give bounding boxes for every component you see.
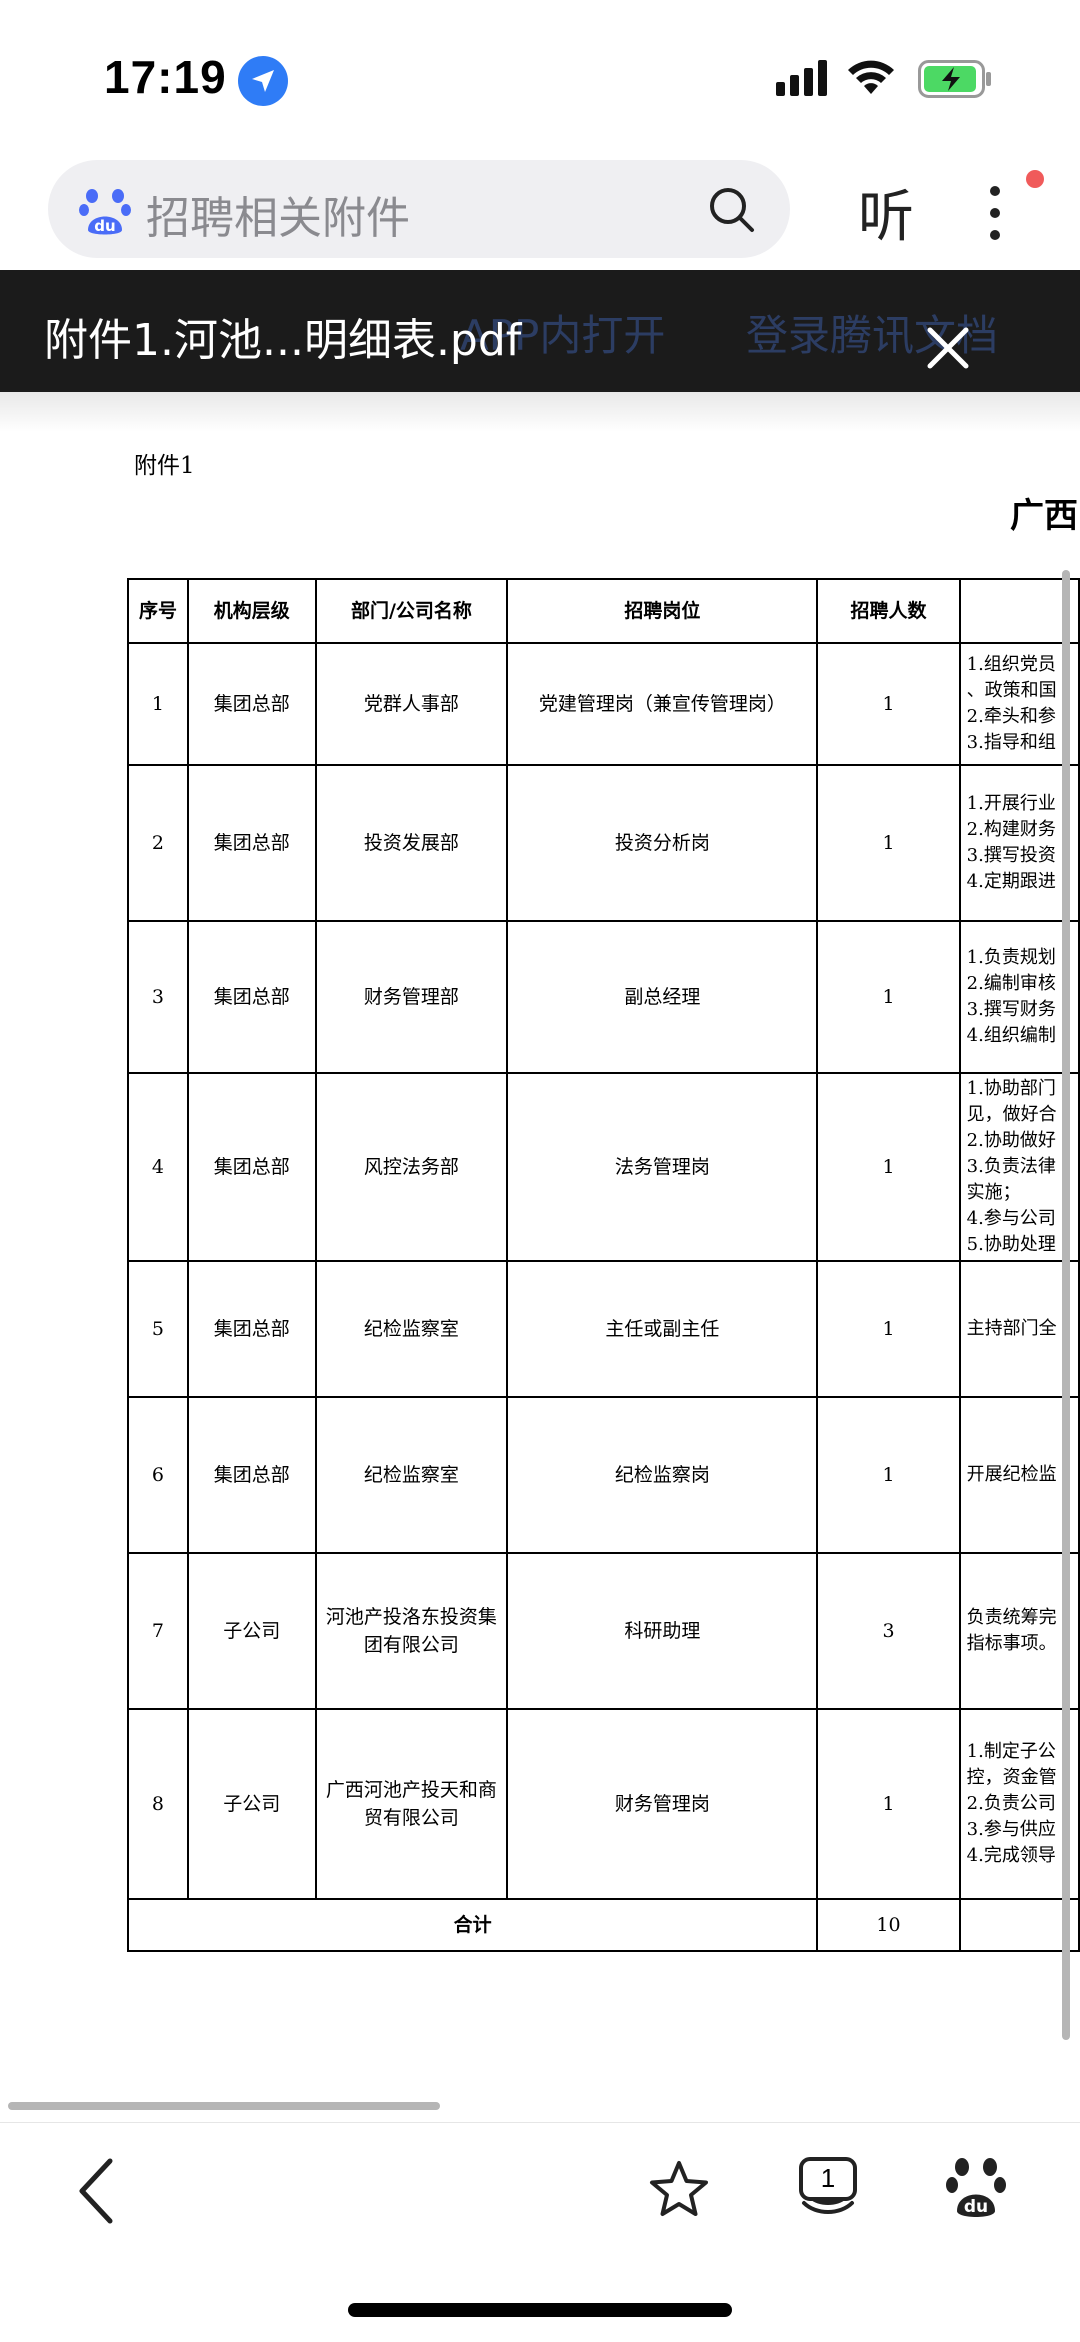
job-position: 纪检监察岗 <box>506 1396 819 1554</box>
department-name: 风控法务部 <box>314 1072 509 1262</box>
hiring-count: 1 <box>816 764 961 922</box>
pdf-viewer[interactable]: 附件1 广西 序号 机构层级 部门/公司名称 招聘岗位 招聘人数 1 集团总部 党群… <box>0 392 1080 2122</box>
org-level: 集团总部 <box>186 1396 317 1554</box>
status-bar: 17:19 <box>0 0 1080 150</box>
job-position: 投资分析岗 <box>506 764 819 922</box>
wifi-icon <box>848 60 894 94</box>
home-indicator <box>348 2303 732 2317</box>
status-time: 17:19 <box>104 51 227 103</box>
header-cell: 部门/公司名称 <box>314 578 509 644</box>
table-header-row: 序号 机构层级 部门/公司名称 招聘岗位 招聘人数 <box>127 578 1080 644</box>
org-level: 集团总部 <box>186 1260 317 1398</box>
org-level: 集团总部 <box>186 764 317 922</box>
org-level: 集团总部 <box>186 642 317 766</box>
horizontal-scrollbar[interactable] <box>8 2102 440 2110</box>
department-name: 纪检监察室 <box>314 1396 509 1554</box>
table-row: 5 集团总部 纪检监察室 主任或副主任 1 主持部门全 <box>127 1260 1080 1398</box>
hiring-count: 3 <box>816 1552 961 1710</box>
department-name: 财务管理部 <box>314 920 509 1074</box>
total-row: 合计 10 <box>126 1898 1080 1952</box>
search-query[interactable]: 招聘相关附件 <box>146 182 410 246</box>
search-icon[interactable] <box>706 184 756 234</box>
job-position: 党建管理岗（兼宣传管理岗） <box>506 642 819 766</box>
back-arrow-icon[interactable] <box>72 2157 122 2225</box>
job-position: 财务管理岗 <box>506 1708 819 1900</box>
document-header-bar: APP内打开 登录腾讯文档 附件1.河池...明细表.pdf <box>0 270 1080 392</box>
department-name: 纪检监察室 <box>314 1260 509 1398</box>
close-icon[interactable] <box>922 322 974 374</box>
job-position: 主任或副主任 <box>506 1260 819 1398</box>
table-row: 4 集团总部 风控法务部 法务管理岗 1 1.协助部门 见，做好合 2.协助做好 3.负责法律实… <box>127 1072 1080 1262</box>
org-level: 集团总部 <box>186 1072 317 1262</box>
header-cell: 序号 <box>127 578 189 644</box>
table-row: 8 子公司 广西河池产投天和商贸有限公司 财务管理岗 1 1.制定子公 控，资金管 2.负责公… <box>127 1708 1080 1900</box>
total-label: 合计 <box>126 1898 819 1952</box>
department-name: 广西河池产投天和商贸有限公司 <box>314 1708 509 1900</box>
hiring-count: 1 <box>816 920 961 1074</box>
job-position: 法务管理岗 <box>506 1072 819 1262</box>
table-row: 1 集团总部 党群人事部 党建管理岗（兼宣传管理岗） 1 1.组织党员 、政策和国 2.牵头和… <box>127 642 1080 766</box>
row-number: 5 <box>127 1260 189 1398</box>
vertical-scrollbar[interactable] <box>1062 570 1070 2040</box>
listen-button[interactable]: 听 <box>858 172 914 253</box>
hiring-count: 1 <box>816 1396 961 1554</box>
tab-count: 1 <box>820 2163 836 2193</box>
table-row: 3 集团总部 财务管理部 副总经理 1 1.负责规划 2.编制审核 3.撰写财务 4.组织编制 <box>127 920 1080 1074</box>
row-number: 6 <box>127 1396 189 1554</box>
document-heading: 广西 <box>1010 496 1078 536</box>
row-number: 3 <box>127 920 189 1074</box>
row-number: 4 <box>127 1072 189 1262</box>
row-number: 7 <box>127 1552 189 1710</box>
table-row: 2 集团总部 投资发展部 投资分析岗 1 1.开展行业 2.构建财务 3.撰写投资 4.定期跟进 <box>127 764 1080 922</box>
hiring-count: 1 <box>816 642 961 766</box>
search-bar[interactable]: du 招聘相关附件 <box>48 160 790 258</box>
favorite-star-icon[interactable] <box>648 2159 710 2221</box>
header-cell: 招聘人数 <box>816 578 961 644</box>
baidu-paw-icon: du <box>79 189 131 235</box>
hiring-count: 1 <box>816 1260 961 1398</box>
cellular-signal-icon <box>776 60 827 96</box>
table-row: 6 集团总部 纪检监察室 纪检监察岗 1 开展纪检监 <box>127 1396 1080 1554</box>
top-shadow <box>0 392 1080 432</box>
more-menu-icon[interactable] <box>980 178 1010 248</box>
recruitment-table: 序号 机构层级 部门/公司名称 招聘岗位 招聘人数 1 集团总部 党群人事部 党建管理… <box>126 578 1080 1952</box>
row-number: 2 <box>127 764 189 922</box>
svg-text:du: du <box>94 217 115 235</box>
department-name: 投资发展部 <box>314 764 509 922</box>
job-position: 科研助理 <box>506 1552 819 1710</box>
department-name: 党群人事部 <box>314 642 509 766</box>
location-icon <box>238 56 288 106</box>
header-cell: 招聘岗位 <box>506 578 819 644</box>
total-count: 10 <box>816 1898 961 1952</box>
department-name: 河池产投洛东投资集团有限公司 <box>314 1552 509 1710</box>
hiring-count: 1 <box>816 1708 961 1900</box>
document-title: 附件1.河池...明细表.pdf <box>44 315 522 366</box>
row-number: 8 <box>127 1708 189 1900</box>
hiring-count: 1 <box>816 1072 961 1262</box>
org-level: 集团总部 <box>186 920 317 1074</box>
table-row: 7 子公司 河池产投洛东投资集团有限公司 科研助理 3 负责统筹完 指标事项。 <box>127 1552 1080 1710</box>
notification-dot <box>1026 170 1044 188</box>
baidu-home-icon[interactable]: du <box>946 2153 1006 2219</box>
job-position: 副总经理 <box>506 920 819 1074</box>
svg-text:du: du <box>964 2197 988 2217</box>
org-level: 子公司 <box>186 1552 317 1710</box>
header-cell: 机构层级 <box>186 578 317 644</box>
tabs-button[interactable]: 1 <box>796 2155 860 2219</box>
row-number: 1 <box>127 642 189 766</box>
attachment-label: 附件1 <box>134 453 195 479</box>
org-level: 子公司 <box>186 1708 317 1900</box>
battery-charging-icon <box>918 60 991 98</box>
